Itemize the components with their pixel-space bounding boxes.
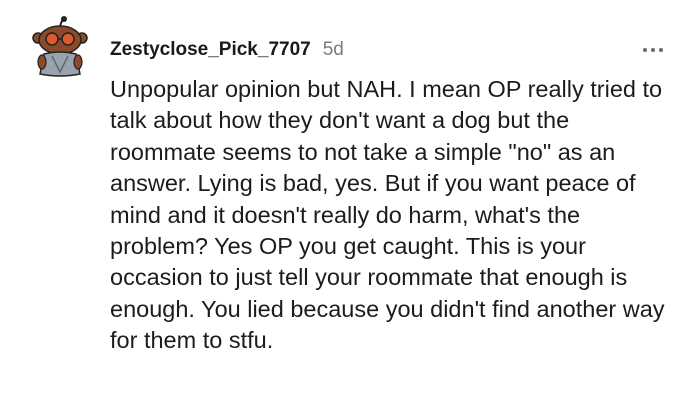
author-username[interactable]: Zestyclose_Pick_7707 bbox=[110, 39, 311, 61]
comment-timestamp: 5d bbox=[322, 39, 344, 60]
more-options-button[interactable] bbox=[636, 38, 670, 62]
more-options-icon bbox=[643, 48, 647, 52]
snoo-avatar-icon bbox=[32, 16, 88, 77]
comment-header: Zestyclose_Pick_7707 5d bbox=[110, 38, 344, 62]
comment-card: Zestyclose_Pick_7707 5d Unpopular opinio… bbox=[0, 0, 700, 411]
more-options-icon-dot bbox=[651, 48, 655, 52]
more-options-icon-dot bbox=[659, 48, 663, 52]
comment-body: Unpopular opinion but NAH. I mean OP rea… bbox=[110, 76, 665, 354]
user-avatar[interactable] bbox=[30, 16, 90, 78]
